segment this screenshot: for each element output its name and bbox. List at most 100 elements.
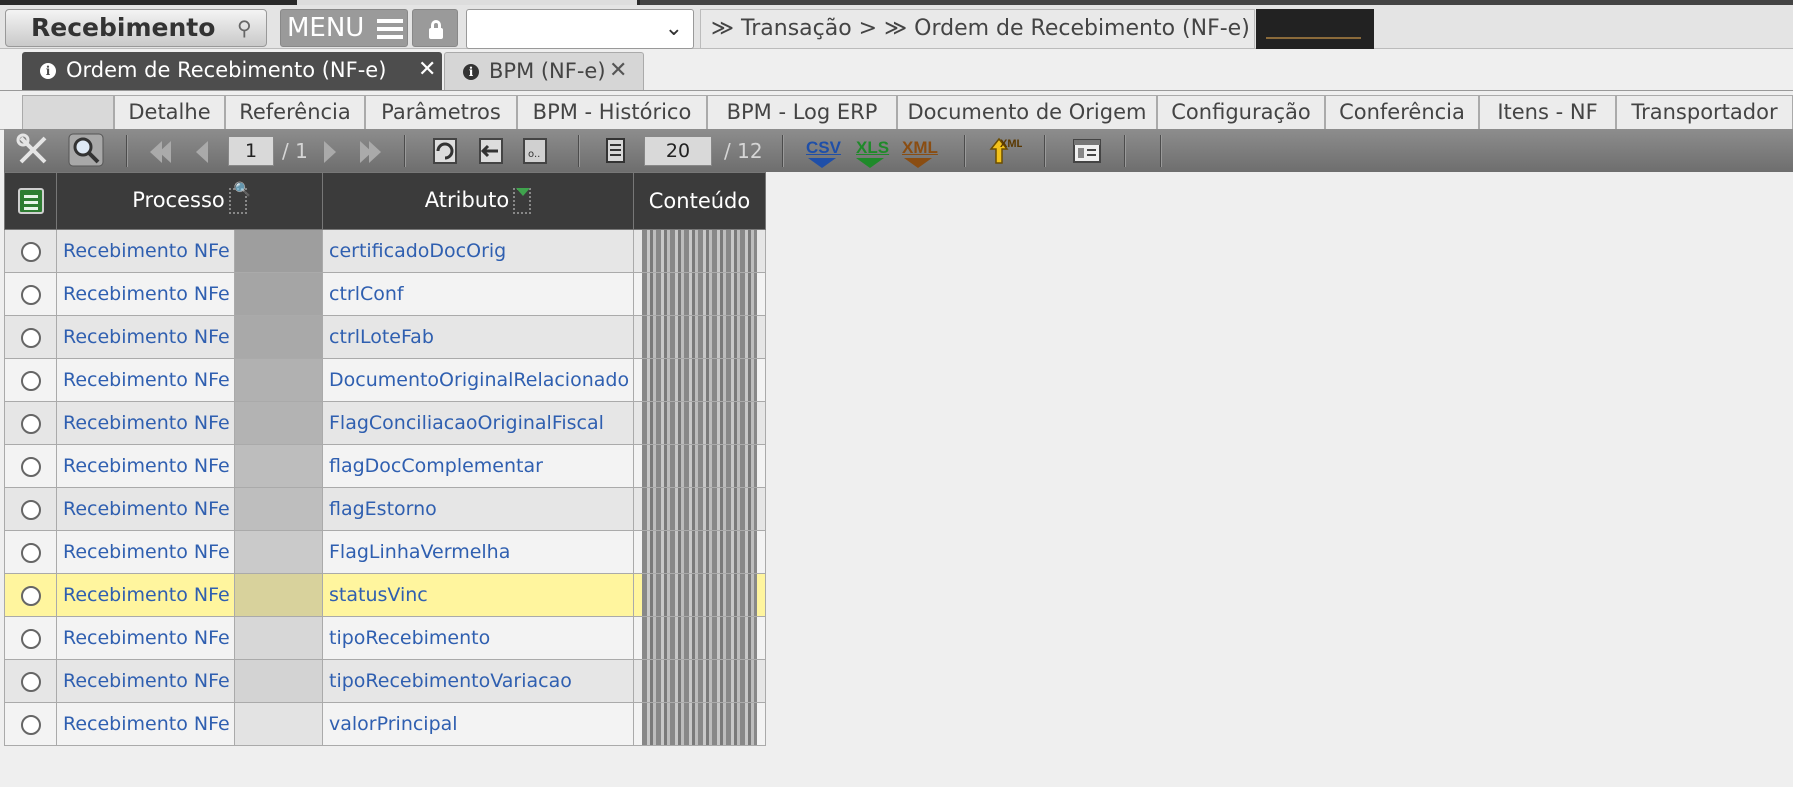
radio-icon[interactable]: [20, 370, 41, 391]
search-icon[interactable]: [68, 133, 104, 167]
row-select-cell[interactable]: [4, 315, 57, 359]
tab-parametros[interactable]: Parâmetros: [365, 95, 517, 130]
transaction-select[interactable]: ⌄: [466, 9, 694, 49]
tab-current[interactable]: [22, 95, 114, 130]
menu-button[interactable]: MENU: [280, 9, 408, 47]
conteudo-cell[interactable]: [633, 401, 766, 445]
prev-page-icon[interactable]: [196, 141, 208, 163]
atributo-cell[interactable]: ctrlConf: [322, 272, 634, 316]
conteudo-cell[interactable]: [633, 487, 766, 531]
table-row[interactable]: Recebimento NFe statusVinc: [4, 573, 766, 617]
atributo-cell[interactable]: ctrlLoteFab: [322, 315, 634, 359]
processo-cell[interactable]: Recebimento NFe: [56, 702, 235, 746]
tab-configuracao[interactable]: Configuração: [1157, 95, 1325, 130]
table-row[interactable]: Recebimento NFe certificadoDocOrig: [4, 229, 766, 273]
table-row[interactable]: Recebimento NFe flagDocComplementar: [4, 444, 766, 488]
conteudo-cell[interactable]: [633, 573, 766, 617]
conteudo-cell[interactable]: [633, 444, 766, 488]
csv-icon[interactable]: CSV: [806, 138, 841, 158]
atributo-cell[interactable]: FlagLinhaVermelha: [322, 530, 634, 574]
row-select-cell[interactable]: [4, 401, 57, 445]
table-row[interactable]: Recebimento NFe FlagLinhaVermelha: [4, 530, 766, 574]
processo-cell[interactable]: Recebimento NFe: [56, 444, 235, 488]
conteudo-cell[interactable]: [633, 229, 766, 273]
atributo-cell[interactable]: certificadoDocOrig: [322, 229, 634, 273]
row-select-cell[interactable]: [4, 702, 57, 746]
export-page-icon[interactable]: [474, 133, 508, 167]
atributo-cell[interactable]: DocumentoOriginalRelacionado: [322, 358, 634, 402]
row-select-cell[interactable]: [4, 229, 57, 273]
atributo-cell[interactable]: statusVinc: [322, 573, 634, 617]
processo-cell[interactable]: Recebimento NFe: [56, 358, 235, 402]
tab-bpm-log-erp[interactable]: BPM - Log ERP: [707, 95, 897, 130]
column-header-processo[interactable]: Processo 🔍: [56, 172, 323, 230]
processo-cell[interactable]: Recebimento NFe: [56, 401, 235, 445]
page-size-input[interactable]: 20: [644, 136, 712, 166]
table-row[interactable]: Recebimento NFe tipoRecebimento: [4, 616, 766, 660]
tab-ordem-recebimento[interactable]: i Ordem de Recebimento (NF-e) ✕: [22, 52, 442, 90]
page-size-icon[interactable]: [600, 133, 630, 167]
xls-icon[interactable]: XLS: [856, 138, 889, 158]
column-header-atributo[interactable]: Atributo: [322, 172, 634, 230]
atributo-cell[interactable]: tipoRecebimentoVariacao: [322, 659, 634, 703]
radio-icon[interactable]: [20, 241, 41, 262]
row-select-cell[interactable]: [4, 444, 57, 488]
app-title[interactable]: Recebimento: [5, 9, 267, 47]
processo-cell[interactable]: Recebimento NFe: [56, 315, 235, 359]
radio-icon[interactable]: [20, 499, 41, 520]
breadcrumb-extra[interactable]: [1256, 9, 1374, 53]
conteudo-cell[interactable]: [633, 358, 766, 402]
radio-icon[interactable]: [20, 671, 41, 692]
radio-icon[interactable]: [20, 628, 41, 649]
processo-cell[interactable]: Recebimento NFe: [56, 487, 235, 531]
xml-icon[interactable]: XML: [902, 138, 938, 158]
radio-icon[interactable]: [20, 542, 41, 563]
lock-button[interactable]: [412, 9, 458, 47]
tab-documento-origem[interactable]: Documento de Origem: [897, 95, 1157, 130]
breadcrumb[interactable]: ≫ Transação > ≫ Ordem de Recebimento (NF…: [700, 9, 1275, 49]
field-icon[interactable]: o..: [520, 133, 550, 167]
processo-cell[interactable]: Recebimento NFe: [56, 229, 235, 273]
row-select-cell[interactable]: [4, 659, 57, 703]
tab-detalhe[interactable]: Detalhe: [114, 95, 225, 130]
tab-conferencia[interactable]: Conferência: [1325, 95, 1479, 130]
radio-icon[interactable]: [20, 585, 41, 606]
conteudo-cell[interactable]: [633, 616, 766, 660]
conteudo-cell[interactable]: [633, 272, 766, 316]
table-row[interactable]: Recebimento NFe FlagConciliacaoOriginalFi…: [4, 401, 766, 445]
tab-transportador[interactable]: Transportador: [1616, 95, 1793, 130]
table-row[interactable]: Recebimento NFe ctrlConf: [4, 272, 766, 316]
table-row[interactable]: Recebimento NFe flagEstorno: [4, 487, 766, 531]
radio-icon[interactable]: [20, 284, 41, 305]
column-header-conteudo[interactable]: Conteúdo: [633, 172, 766, 230]
page-current-input[interactable]: 1: [228, 136, 274, 166]
filter-icon[interactable]: 🔍: [228, 182, 251, 214]
row-select-cell[interactable]: [4, 272, 57, 316]
form-view-icon[interactable]: [1070, 133, 1104, 167]
radio-icon[interactable]: [20, 327, 41, 348]
table-row[interactable]: Recebimento NFe DocumentoOriginalRelacion…: [4, 358, 766, 402]
close-icon[interactable]: ✕: [418, 52, 436, 88]
processo-cell[interactable]: Recebimento NFe: [56, 272, 235, 316]
import-xml-icon[interactable]: XML: [986, 133, 1022, 167]
close-icon[interactable]: ✕: [609, 53, 627, 89]
conteudo-cell[interactable]: [633, 702, 766, 746]
table-row[interactable]: Recebimento NFe tipoRecebimentoVariacao: [4, 659, 766, 703]
row-select-cell[interactable]: [4, 358, 57, 402]
conteudo-cell[interactable]: [633, 530, 766, 574]
processo-cell[interactable]: Recebimento NFe: [56, 530, 235, 574]
next-page-icon[interactable]: [324, 141, 336, 163]
conteudo-cell[interactable]: [633, 659, 766, 703]
radio-icon[interactable]: [20, 456, 41, 477]
tab-bpm-nfe[interactable]: i BPM (NF-e) ✕: [444, 52, 644, 90]
processo-cell[interactable]: Recebimento NFe: [56, 616, 235, 660]
column-list-button[interactable]: [4, 172, 57, 230]
sort-icon[interactable]: [513, 188, 532, 214]
row-select-cell[interactable]: [4, 616, 57, 660]
tab-itens-nf[interactable]: Itens - NF: [1479, 95, 1616, 130]
processo-cell[interactable]: Recebimento NFe: [56, 573, 235, 617]
table-row[interactable]: Recebimento NFe valorPrincipal: [4, 702, 766, 746]
radio-icon[interactable]: [20, 714, 41, 735]
table-row[interactable]: Recebimento NFe ctrlLoteFab: [4, 315, 766, 359]
atributo-cell[interactable]: tipoRecebimento: [322, 616, 634, 660]
